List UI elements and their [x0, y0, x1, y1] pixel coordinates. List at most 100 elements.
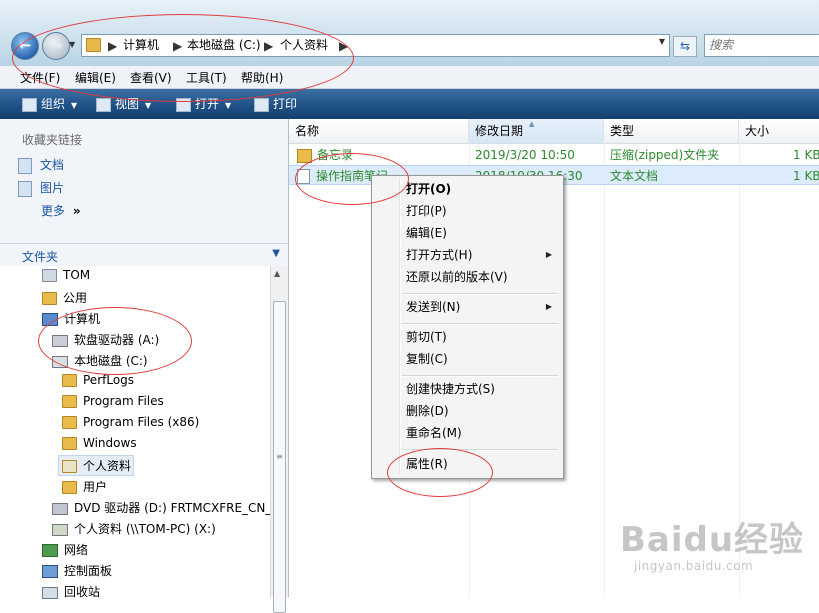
- folder-icon: [42, 292, 57, 305]
- back-arrow-icon: ←: [18, 36, 32, 54]
- favorite-more[interactable]: 更多 »: [41, 202, 81, 219]
- menu-item-send-to[interactable]: 发送到(N): [406, 298, 460, 316]
- favorite-pictures[interactable]: 图片: [18, 179, 64, 197]
- tree-item[interactable]: 个人资料 (\\TOM-PC) (X:): [52, 520, 216, 537]
- pictures-icon: [18, 180, 32, 197]
- menu-item-print[interactable]: 打印(P): [406, 202, 447, 220]
- address-dropdown-icon[interactable]: ▼: [659, 37, 665, 46]
- folder-icon: [62, 395, 77, 408]
- menu-file[interactable]: 文件(F): [20, 69, 60, 86]
- favorite-label: 更多: [41, 204, 66, 218]
- search-input[interactable]: [705, 35, 819, 54]
- tree-item-label: PerfLogs: [83, 373, 135, 387]
- print-button[interactable]: 打印: [254, 96, 297, 112]
- submenu-arrow-icon: ▶: [545, 302, 552, 311]
- breadcrumb-local-disk[interactable]: 本地磁盘 (C:): [187, 37, 261, 53]
- documents-icon: [18, 157, 32, 174]
- breadcrumb-arrow-icon[interactable]: ▶: [173, 38, 182, 54]
- file-type: 压缩(zipped)文件夹: [610, 148, 720, 162]
- menu-help[interactable]: 帮助(H): [241, 69, 283, 86]
- tree-item[interactable]: 网络: [42, 541, 88, 558]
- tree-item[interactable]: 公用: [42, 289, 87, 306]
- tree-item[interactable]: Program Files (x86): [62, 415, 199, 429]
- tree-scrollbar[interactable]: ▲ ≡: [270, 266, 288, 613]
- column-label: 类型: [610, 124, 635, 138]
- network-drive-icon: [52, 523, 68, 536]
- menu-item-rename[interactable]: 重命名(M): [406, 424, 462, 442]
- chevron-down-icon[interactable]: ▼: [272, 248, 280, 259]
- tree-item[interactable]: 回收站: [42, 583, 100, 600]
- menu-item-create-shortcut[interactable]: 创建快捷方式(S): [406, 380, 495, 398]
- back-button[interactable]: ←: [11, 32, 39, 60]
- tree-item[interactable]: 控制面板: [42, 562, 112, 579]
- file-name: 备忘录: [317, 148, 354, 162]
- scrollbar-thumb[interactable]: ≡: [273, 301, 286, 613]
- tree-item[interactable]: TOM: [42, 268, 90, 282]
- column-label: 修改日期: [475, 124, 524, 138]
- folder-icon: [62, 416, 77, 429]
- tree-item-label: TOM: [63, 268, 91, 282]
- breadcrumb-computer[interactable]: 计算机: [123, 37, 159, 53]
- menu-bar: 文件(F) 编辑(E) 查看(V) 工具(T) 帮助(H): [0, 66, 819, 89]
- menu-item-open[interactable]: 打开(O): [406, 180, 451, 198]
- tree-item[interactable]: 本地磁盘 (C:): [52, 352, 148, 369]
- tree-item[interactable]: 用户: [62, 478, 107, 495]
- double-chevron-icon: »: [72, 204, 81, 218]
- tree-item[interactable]: Windows: [62, 436, 137, 450]
- tree-item-label: 公用: [63, 291, 88, 305]
- open-icon: [176, 97, 191, 112]
- tree-item-label: 软盘驱动器 (A:): [74, 333, 160, 347]
- tree-item[interactable]: DVD 驱动器 (D:) FRTMCXFRE_CN_I: [52, 499, 275, 516]
- menu-item-cut[interactable]: 剪切(T): [406, 328, 447, 346]
- menu-edit[interactable]: 编辑(E): [75, 69, 116, 86]
- favorite-documents[interactable]: 文档: [18, 156, 64, 174]
- tree-item[interactable]: Program Files: [62, 394, 164, 408]
- tree-item[interactable]: 计算机: [42, 310, 100, 327]
- history-dropdown-icon[interactable]: ▼: [69, 40, 78, 49]
- forward-button[interactable]: →: [42, 32, 70, 60]
- breadcrumb-arrow-icon[interactable]: ▶: [108, 38, 117, 54]
- file-modified: 2019/3/20 10:50: [475, 148, 575, 162]
- menu-item-open-with[interactable]: 打开方式(H): [406, 246, 472, 264]
- menu-item-delete[interactable]: 删除(D): [406, 402, 449, 420]
- column-name[interactable]: 名称: [289, 119, 469, 143]
- menu-item-edit[interactable]: 编辑(E): [406, 224, 447, 242]
- tree-item-label: 个人资料 (\\TOM-PC) (X:): [74, 522, 216, 536]
- menu-item-properties[interactable]: 属性(R): [406, 455, 448, 473]
- favorite-label: 文档: [40, 158, 65, 172]
- file-row[interactable]: 备忘录 2019/3/20 10:50 压缩(zipped)文件夹 1 KB: [289, 145, 819, 165]
- breadcrumb-arrow-icon[interactable]: ▶: [339, 38, 348, 54]
- menu-item-restore-versions[interactable]: 还原以前的版本(V): [406, 268, 508, 286]
- scroll-up-icon[interactable]: ▲: [274, 269, 280, 278]
- breadcrumb-personal-data[interactable]: 个人资料: [280, 37, 328, 53]
- open-button[interactable]: 打开 ▼: [176, 96, 231, 114]
- open-label: 打开: [195, 97, 220, 111]
- tree-item-label: Program Files (x86): [83, 415, 200, 429]
- folder-icon: [62, 460, 77, 473]
- menu-item-copy[interactable]: 复制(C): [406, 350, 448, 368]
- column-modified[interactable]: ▲ 修改日期: [469, 119, 604, 143]
- zip-folder-icon: [297, 148, 312, 163]
- menu-tools[interactable]: 工具(T): [186, 69, 227, 86]
- organize-button[interactable]: 组织 ▼: [22, 96, 77, 114]
- column-size[interactable]: 大小: [739, 119, 819, 143]
- baidu-watermark: Baidu经验 jingyan.baidu.com: [620, 512, 804, 573]
- tree-item-label: 网络: [64, 543, 89, 557]
- column-type[interactable]: 类型: [604, 119, 739, 143]
- tree-item[interactable]: PerfLogs: [62, 373, 134, 387]
- refresh-button[interactable]: ⇆: [673, 36, 697, 57]
- chevron-down-icon: ▼: [225, 101, 232, 110]
- grip-icon: ≡: [276, 452, 283, 461]
- menu-view[interactable]: 查看(V): [130, 69, 172, 86]
- breadcrumb-arrow-icon[interactable]: ▶: [264, 38, 273, 54]
- menu-separator: [402, 323, 558, 325]
- tree-item-selected[interactable]: 个人资料: [62, 457, 131, 474]
- menu-separator: [402, 375, 558, 377]
- user-folder-icon: [42, 269, 57, 282]
- tree-item[interactable]: 软盘驱动器 (A:): [52, 331, 159, 348]
- watermark-url: jingyan.baidu.com: [634, 559, 754, 573]
- folders-header[interactable]: 文件夹 ▼: [0, 243, 288, 266]
- search-box[interactable]: [704, 34, 819, 57]
- address-bar[interactable]: ▶ 计算机 ▶ 本地磁盘 (C:) ▶ 个人资料 ▶ ▼: [81, 34, 670, 57]
- views-button[interactable]: 视图 ▼: [96, 96, 151, 114]
